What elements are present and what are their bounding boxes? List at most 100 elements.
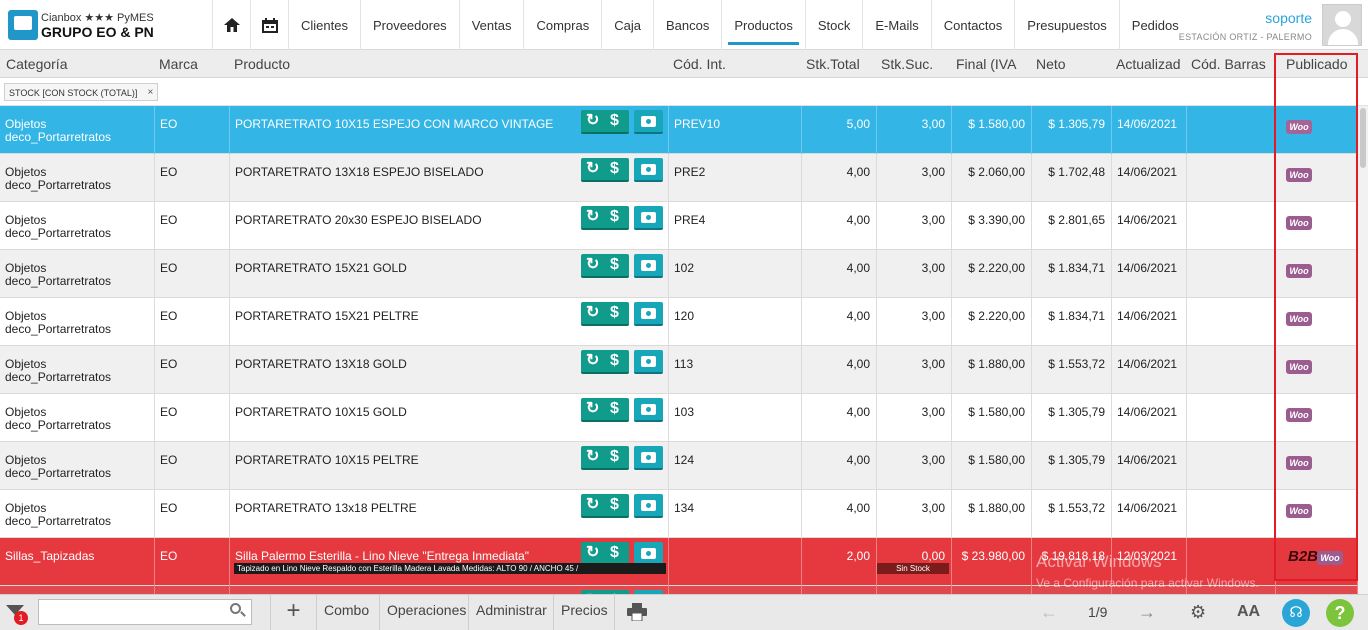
nav-ventas[interactable]: Ventas xyxy=(458,0,524,50)
nav-pedidos[interactable]: Pedidos xyxy=(1118,0,1191,50)
nav-clientes[interactable]: Clientes xyxy=(288,0,360,50)
sync-icon[interactable]: ↻ xyxy=(586,447,599,467)
col-header-categoria[interactable]: Categoría xyxy=(6,50,67,78)
camera-button[interactable] xyxy=(634,494,663,518)
sync-price-buttons[interactable]: ↻$ xyxy=(581,302,629,326)
col-header-final[interactable]: Final (IVA xyxy=(956,50,1016,78)
price-icon[interactable]: $ xyxy=(610,159,619,179)
sync-icon[interactable]: ↻ xyxy=(586,111,599,131)
combo-button[interactable]: Combo xyxy=(316,595,376,630)
sync-icon[interactable]: ↻ xyxy=(586,351,599,371)
sync-price-buttons[interactable]: ↻$ xyxy=(581,494,629,518)
price-icon[interactable]: $ xyxy=(610,399,619,419)
woo-icon[interactable]: Woo xyxy=(1286,360,1312,374)
col-header-stk-suc[interactable]: Stk.Suc. xyxy=(881,50,933,78)
woo-icon[interactable]: Woo xyxy=(1317,551,1343,565)
sync-icon[interactable]: ↻ xyxy=(586,255,599,275)
sync-icon[interactable]: ↻ xyxy=(586,543,599,563)
camera-button[interactable] xyxy=(634,446,663,470)
filter-chip[interactable]: STOCK [CON STOCK (TOTAL)] × xyxy=(4,83,159,102)
price-icon[interactable]: $ xyxy=(610,543,619,563)
nav-bancos[interactable]: Bancos xyxy=(652,0,721,50)
camera-button[interactable] xyxy=(634,254,663,278)
woo-icon[interactable]: Woo xyxy=(1286,168,1312,182)
table-row[interactable]: Objetos deco_Portarretratos EO PORTARETRATO… xyxy=(0,298,1358,346)
sync-icon[interactable]: ↻ xyxy=(586,159,599,179)
headset-icon[interactable]: ☊ xyxy=(1282,599,1310,627)
sync-icon[interactable]: ↻ xyxy=(586,495,599,515)
search-input[interactable] xyxy=(38,599,252,625)
col-header-cod-int[interactable]: Cód. Int. xyxy=(673,50,726,78)
home-nav-button[interactable] xyxy=(212,0,250,50)
camera-button[interactable] xyxy=(634,158,663,182)
scrollbar[interactable] xyxy=(1358,106,1368,594)
precios-button[interactable]: Precios xyxy=(553,595,615,630)
price-icon[interactable]: $ xyxy=(610,495,619,515)
woo-icon[interactable]: Woo xyxy=(1286,504,1312,518)
table-row[interactable]: Objetos deco_Portarretratos EO PORTARETRATO… xyxy=(0,490,1358,538)
operaciones-button[interactable]: Operaciones xyxy=(379,595,473,630)
avatar[interactable] xyxy=(1322,4,1362,46)
brand[interactable]: Cianbox ★★★ PyMES GRUPO EO & PN xyxy=(8,8,208,44)
woo-icon[interactable]: Woo xyxy=(1286,120,1312,134)
nav-compras[interactable]: Compras xyxy=(523,0,601,50)
table-row[interactable]: Objetos deco_Portarretratos EO PORTARETRATO… xyxy=(0,202,1358,250)
price-icon[interactable]: $ xyxy=(610,447,619,467)
gear-icon[interactable]: ⚙ xyxy=(1190,601,1206,623)
col-header-producto[interactable]: Producto xyxy=(234,50,290,78)
col-header-stk-total[interactable]: Stk.Total xyxy=(806,50,860,78)
price-icon[interactable]: $ xyxy=(610,303,619,323)
print-button[interactable] xyxy=(614,595,658,630)
font-size-icon[interactable]: AA xyxy=(1237,601,1260,623)
filter-icon[interactable]: 1 xyxy=(6,603,28,625)
table-row[interactable]: Objetos deco_Portarretratos EO PORTARETRATO… xyxy=(0,106,1358,154)
sync-price-buttons[interactable]: ↻$ xyxy=(581,254,629,278)
nav-contactos[interactable]: Contactos xyxy=(930,0,1015,50)
table-row[interactable]: Objetos deco_Portarretratos EO PORTARETRATO… xyxy=(0,394,1358,442)
plus-icon[interactable]: + xyxy=(270,595,316,630)
camera-button[interactable] xyxy=(634,110,663,134)
woo-icon[interactable]: Woo xyxy=(1286,216,1312,230)
sync-icon[interactable]: ↻ xyxy=(586,399,599,419)
nav-presupuestos[interactable]: Presupuestos xyxy=(1014,0,1119,50)
woo-icon[interactable]: Woo xyxy=(1286,408,1312,422)
sync-icon[interactable]: ↻ xyxy=(586,207,599,227)
sync-price-buttons[interactable]: ↻$ xyxy=(581,446,629,470)
col-header-actualizado[interactable]: Actualizad xyxy=(1116,50,1181,78)
nav-productos[interactable]: Productos xyxy=(721,0,805,50)
table-row[interactable]: Objetos deco_Portarretratos EO PORTARETRATO… xyxy=(0,442,1358,490)
table-row[interactable]: Objetos deco_Portarretratos EO PORTARETRATO… xyxy=(0,250,1358,298)
nav-caja[interactable]: Caja xyxy=(601,0,653,50)
nav-stock[interactable]: Stock xyxy=(804,0,863,50)
close-icon[interactable]: × xyxy=(148,84,154,102)
arrow-right-icon[interactable]: → xyxy=(1138,601,1156,623)
b2b-icon[interactable]: B2B xyxy=(1288,548,1318,565)
scrollbar-thumb[interactable] xyxy=(1360,108,1366,168)
woo-icon[interactable]: Woo xyxy=(1286,456,1312,470)
camera-button[interactable] xyxy=(634,398,663,422)
col-header-publicado[interactable]: Publicado xyxy=(1286,50,1348,78)
price-icon[interactable]: $ xyxy=(610,111,619,131)
woo-icon[interactable]: Woo xyxy=(1286,264,1312,278)
col-header-cod-barras[interactable]: Cód. Barras xyxy=(1191,50,1266,78)
col-header-neto[interactable]: Neto xyxy=(1036,50,1066,78)
woo-icon[interactable]: Woo xyxy=(1286,312,1312,326)
user-name[interactable]: soporte xyxy=(1265,10,1312,26)
price-icon[interactable]: $ xyxy=(610,255,619,275)
camera-button[interactable] xyxy=(634,206,663,230)
camera-button[interactable] xyxy=(634,350,663,374)
administrar-button[interactable]: Administrar xyxy=(468,595,554,630)
price-icon[interactable]: $ xyxy=(610,207,619,227)
sync-price-buttons[interactable]: ↻$ xyxy=(581,398,629,422)
sync-icon[interactable]: ↻ xyxy=(586,303,599,323)
table-row[interactable]: Objetos deco_Portarretratos EO PORTARETRATO… xyxy=(0,154,1358,202)
nav-proveedores[interactable]: Proveedores xyxy=(359,0,459,50)
sync-price-buttons[interactable]: ↻$ xyxy=(581,350,629,374)
price-icon[interactable]: $ xyxy=(610,351,619,371)
arrow-left-icon[interactable]: ← xyxy=(1040,601,1058,623)
table-row[interactable]: Objetos deco_Portarretratos EO PORTARETRATO… xyxy=(0,346,1358,394)
nav-emails[interactable]: E-Mails xyxy=(862,0,930,50)
col-header-marca[interactable]: Marca xyxy=(159,50,198,78)
search-icon[interactable] xyxy=(230,603,246,617)
sync-price-buttons[interactable]: ↻$ xyxy=(581,158,629,182)
